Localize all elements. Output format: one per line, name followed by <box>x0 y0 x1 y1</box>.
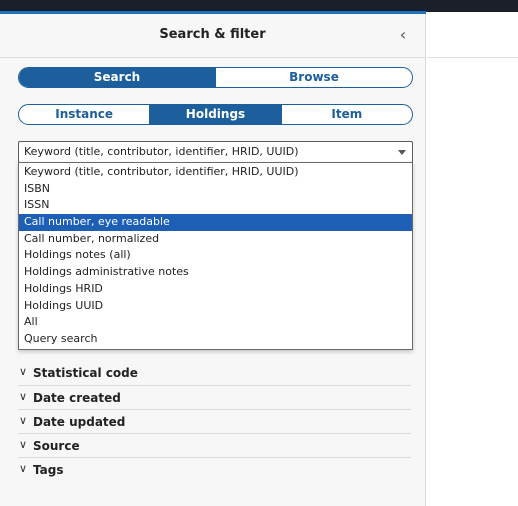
top-app-bar <box>0 0 518 14</box>
chevron-down-icon: ∨ <box>19 414 28 427</box>
dropdown-option[interactable]: All <box>19 314 412 331</box>
search-option-selected-value: Keyword (title, contributor, identifier,… <box>24 145 299 158</box>
filter-accordion-label: Tags <box>33 463 64 477</box>
dropdown-option[interactable]: ISBN <box>19 181 412 198</box>
search-mode-button[interactable]: Search <box>19 68 215 87</box>
dropdown-option[interactable]: Keyword (title, contributor, identifier,… <box>19 164 412 181</box>
search-browse-toggle: Search Browse <box>18 67 413 88</box>
search-option-dropdown: Keyword (title, contributor, identifier,… <box>18 162 413 350</box>
segment-tabs: Instance Holdings Item <box>18 104 413 125</box>
chevron-left-icon: ‹ <box>399 25 407 44</box>
filter-accordion-date-updated[interactable]: ∨ Date updated <box>18 409 411 433</box>
chevron-down-icon: ∨ <box>19 365 28 378</box>
results-pane-header <box>427 14 518 58</box>
dropdown-option[interactable]: Query search <box>19 331 412 348</box>
results-pane <box>427 14 518 506</box>
dropdown-option[interactable]: Holdings UUID <box>19 298 412 315</box>
chevron-down-icon: ∨ <box>19 390 28 403</box>
filter-accordion-tags[interactable]: ∨ Tags <box>18 457 411 481</box>
filter-accordion-label: Date updated <box>33 415 126 429</box>
dropdown-option[interactable]: Holdings administrative notes <box>19 264 412 281</box>
dropdown-caret-icon <box>398 150 406 155</box>
filter-accordion-statistical-code[interactable]: ∨ Statistical code <box>18 361 411 385</box>
filter-accordion-date-created[interactable]: ∨ Date created <box>18 385 411 409</box>
pane-title: Search & filter <box>159 27 266 42</box>
tab-item[interactable]: Item <box>280 105 412 124</box>
tab-holdings[interactable]: Holdings <box>149 105 281 124</box>
pane-header: Search & filter ‹ <box>0 14 425 58</box>
tab-instance[interactable]: Instance <box>19 105 149 124</box>
chevron-down-icon: ∨ <box>19 438 28 451</box>
filter-accordion-label: Date created <box>33 391 121 405</box>
dropdown-option-highlighted[interactable]: Call number, eye readable <box>19 214 412 231</box>
collapse-pane-button[interactable]: ‹ <box>393 24 413 46</box>
filter-accordion-label: Statistical code <box>33 366 138 380</box>
dropdown-option[interactable]: Call number, normalized <box>19 231 412 248</box>
dropdown-option[interactable]: Holdings HRID <box>19 281 412 298</box>
filter-accordion-label: Source <box>33 439 80 453</box>
browse-mode-button[interactable]: Browse <box>215 68 412 87</box>
dropdown-option[interactable]: ISSN <box>19 197 412 214</box>
filter-accordion-source[interactable]: ∨ Source <box>18 433 411 457</box>
dropdown-option[interactable]: Holdings notes (all) <box>19 247 412 264</box>
chevron-down-icon: ∨ <box>19 462 28 475</box>
search-option-select[interactable]: Keyword (title, contributor, identifier,… <box>18 141 413 163</box>
